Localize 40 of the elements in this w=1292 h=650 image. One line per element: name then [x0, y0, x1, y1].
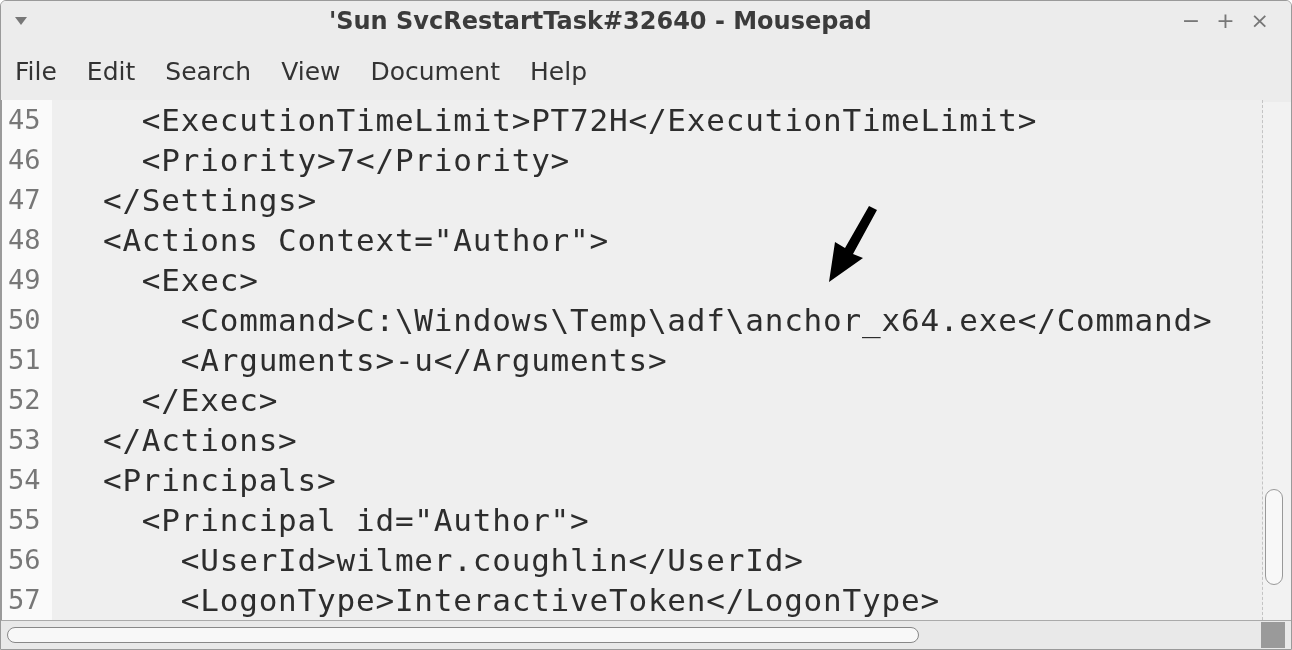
line-number: 45: [2, 100, 52, 141]
line-number: 51: [2, 340, 52, 381]
menu-item[interactable]: File: [5, 56, 69, 86]
line-number: 55: [2, 500, 52, 541]
line-number: 56: [2, 540, 52, 581]
window-control-button[interactable]: +: [1208, 8, 1243, 34]
line-number: 47: [2, 180, 52, 221]
line-number: 46: [2, 140, 52, 181]
line-number: 54: [2, 460, 52, 501]
line-number: 48: [2, 220, 52, 261]
text-editor[interactable]: [1, 100, 1263, 621]
code-line: </Settings>: [101, 182, 318, 219]
code-line: <Principals>: [101, 462, 337, 499]
line-number: 57: [2, 580, 52, 621]
window-title: 'Sun SvcRestartTask#32640 - Mousepad: [327, 6, 873, 35]
line-number: 50: [2, 300, 52, 341]
code-line: <UserId>wilmer.coughlin</UserId>: [179, 542, 804, 579]
line-number: 52: [2, 380, 52, 421]
code-line: <Command>C:\Windows\Temp\adf\anchor_x64.exe</Command>: [179, 302, 1213, 339]
code-line: <Arguments>-u</Arguments>: [179, 342, 668, 379]
line-number: 53: [2, 420, 52, 461]
menu-item[interactable]: Document: [358, 56, 512, 86]
menu-item[interactable]: Edit: [74, 56, 148, 86]
code-line: <Priority>7</Priority>: [140, 142, 571, 179]
code-line: <ExecutionTimeLimit>PT72H</ExecutionTimeLimit>: [140, 102, 1038, 139]
code-line: <Principal id="Author">: [140, 502, 590, 539]
code-line: <Exec>: [140, 262, 259, 299]
code-line: <LogonType>InteractiveToken</LogonType>: [179, 582, 940, 619]
code-line: <Actions Context="Author">: [101, 222, 609, 259]
window-control-button[interactable]: −: [1173, 8, 1209, 34]
horizontal-scrollbar-thumb[interactable]: [7, 627, 919, 644]
menu-item[interactable]: Help: [518, 56, 599, 86]
menu-item[interactable]: View: [269, 56, 353, 86]
code-line: </Exec>: [140, 382, 279, 419]
line-number: 49: [2, 260, 52, 301]
window-control-button[interactable]: ×: [1242, 8, 1277, 34]
code-line: </Actions>: [101, 422, 298, 459]
dropdown-caret-icon[interactable]: [15, 16, 27, 25]
vertical-scrollbar-thumb[interactable]: [1265, 489, 1283, 585]
menu-item[interactable]: Search: [153, 56, 264, 86]
